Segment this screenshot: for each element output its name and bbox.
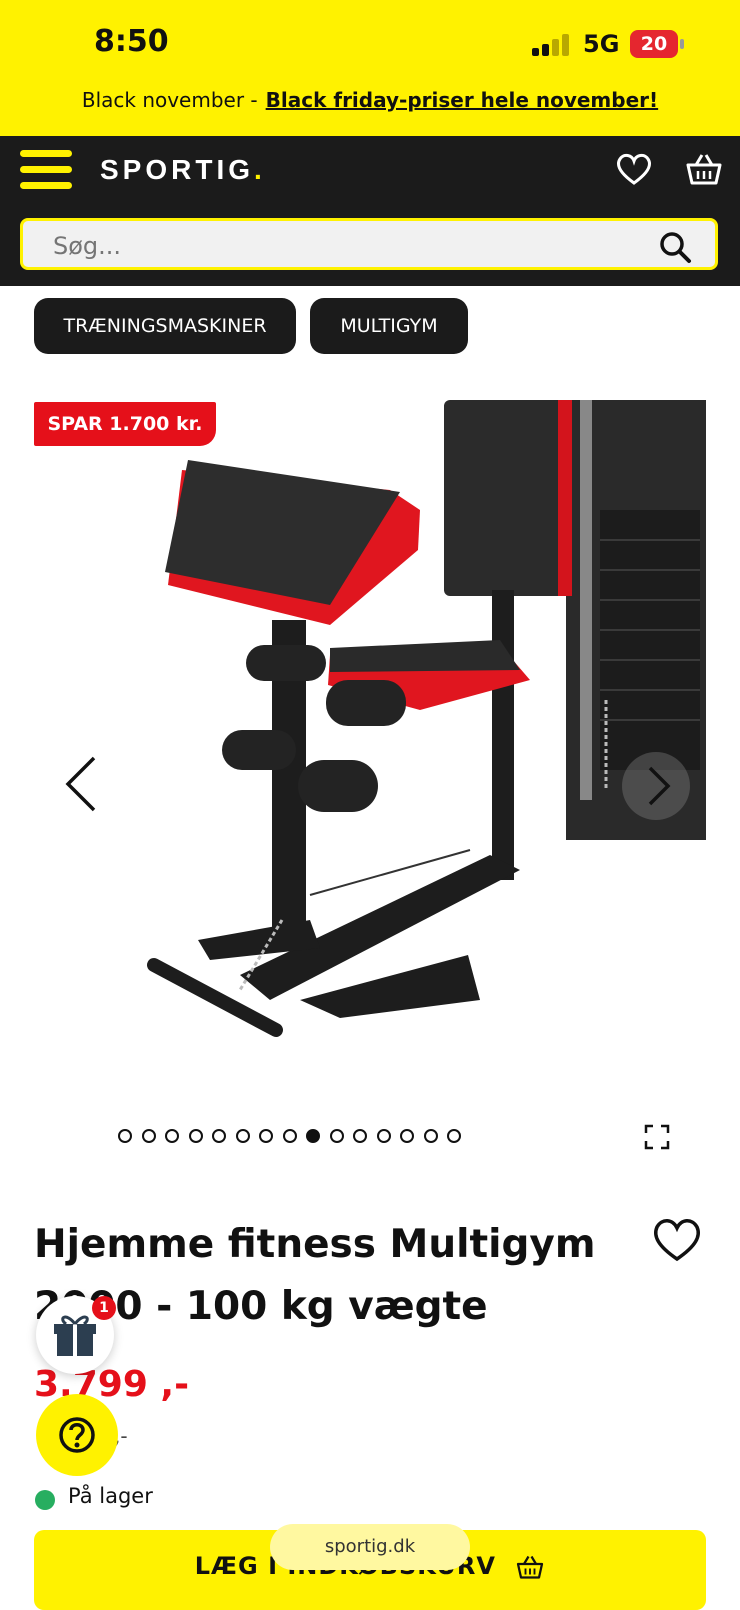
- logo-dot: .: [254, 154, 266, 185]
- chevron-right-icon: [648, 766, 671, 806]
- gallery-dot[interactable]: [447, 1128, 461, 1143]
- gallery-dot[interactable]: [400, 1128, 414, 1143]
- help-button[interactable]: [36, 1394, 118, 1476]
- gallery-dot[interactable]: [118, 1128, 132, 1143]
- battery-icon: 20: [630, 30, 684, 58]
- promo-text: Black november -: [81, 88, 258, 112]
- signal-icon: [532, 34, 572, 56]
- logo-text: SPORTIG: [100, 154, 255, 185]
- basket-icon: [517, 1555, 544, 1579]
- search-input[interactable]: [51, 228, 615, 264]
- heart-icon[interactable]: [614, 149, 654, 189]
- status-time: 8:50: [94, 24, 169, 59]
- gallery-pagination: [118, 1125, 471, 1145]
- stock-status-dot: [35, 1490, 55, 1510]
- top-banner: [0, 0, 740, 136]
- site-logo[interactable]: SPORTIG.: [100, 154, 266, 186]
- chevron-left-icon[interactable]: [58, 752, 108, 816]
- gift-count-badge: 1: [92, 1296, 116, 1320]
- gallery-dot[interactable]: [141, 1128, 156, 1143]
- battery-level: 20: [630, 30, 678, 58]
- product-image[interactable]: [0, 400, 740, 1100]
- gallery-dot[interactable]: [235, 1128, 250, 1143]
- stock-status: På lager: [68, 1484, 153, 1508]
- promo-link[interactable]: Black friday-priser hele november!: [266, 88, 658, 112]
- question-icon: [59, 1417, 95, 1453]
- wishlist-heart-icon[interactable]: [650, 1214, 704, 1264]
- next-image-button[interactable]: [622, 752, 690, 820]
- basket-icon[interactable]: [684, 149, 724, 189]
- gallery-dot[interactable]: [306, 1128, 320, 1143]
- search-icon[interactable]: [657, 229, 693, 265]
- search-bar: [20, 218, 718, 270]
- gallery-dot[interactable]: [329, 1128, 344, 1143]
- gallery-dot[interactable]: [188, 1128, 203, 1143]
- category-chip-traeningsmaskiner[interactable]: TRÆNINGSMASKINER: [34, 298, 296, 354]
- promo-bar: Black november - Black friday-priser hele…: [0, 88, 740, 112]
- gallery-dot[interactable]: [376, 1128, 391, 1143]
- gallery-dot[interactable]: [212, 1128, 226, 1143]
- product-title: Hjemme fitness Multigym 2000 - 100 kg væ…: [34, 1222, 596, 1329]
- gallery-dot[interactable]: [282, 1128, 297, 1143]
- category-chip-multigym[interactable]: MULTIGYM: [310, 298, 468, 354]
- gallery-dot[interactable]: [165, 1128, 179, 1143]
- menu-icon[interactable]: [20, 150, 72, 190]
- gallery-dot[interactable]: [423, 1128, 438, 1143]
- gallery-dot[interactable]: [353, 1128, 367, 1143]
- browser-url-bar[interactable]: sportig.dk: [270, 1524, 470, 1570]
- gallery-dot[interactable]: [259, 1128, 273, 1143]
- network-label: 5G: [583, 30, 620, 58]
- fullscreen-icon[interactable]: [644, 1124, 670, 1150]
- sale-badge: SPAR 1.700 kr.: [34, 402, 216, 446]
